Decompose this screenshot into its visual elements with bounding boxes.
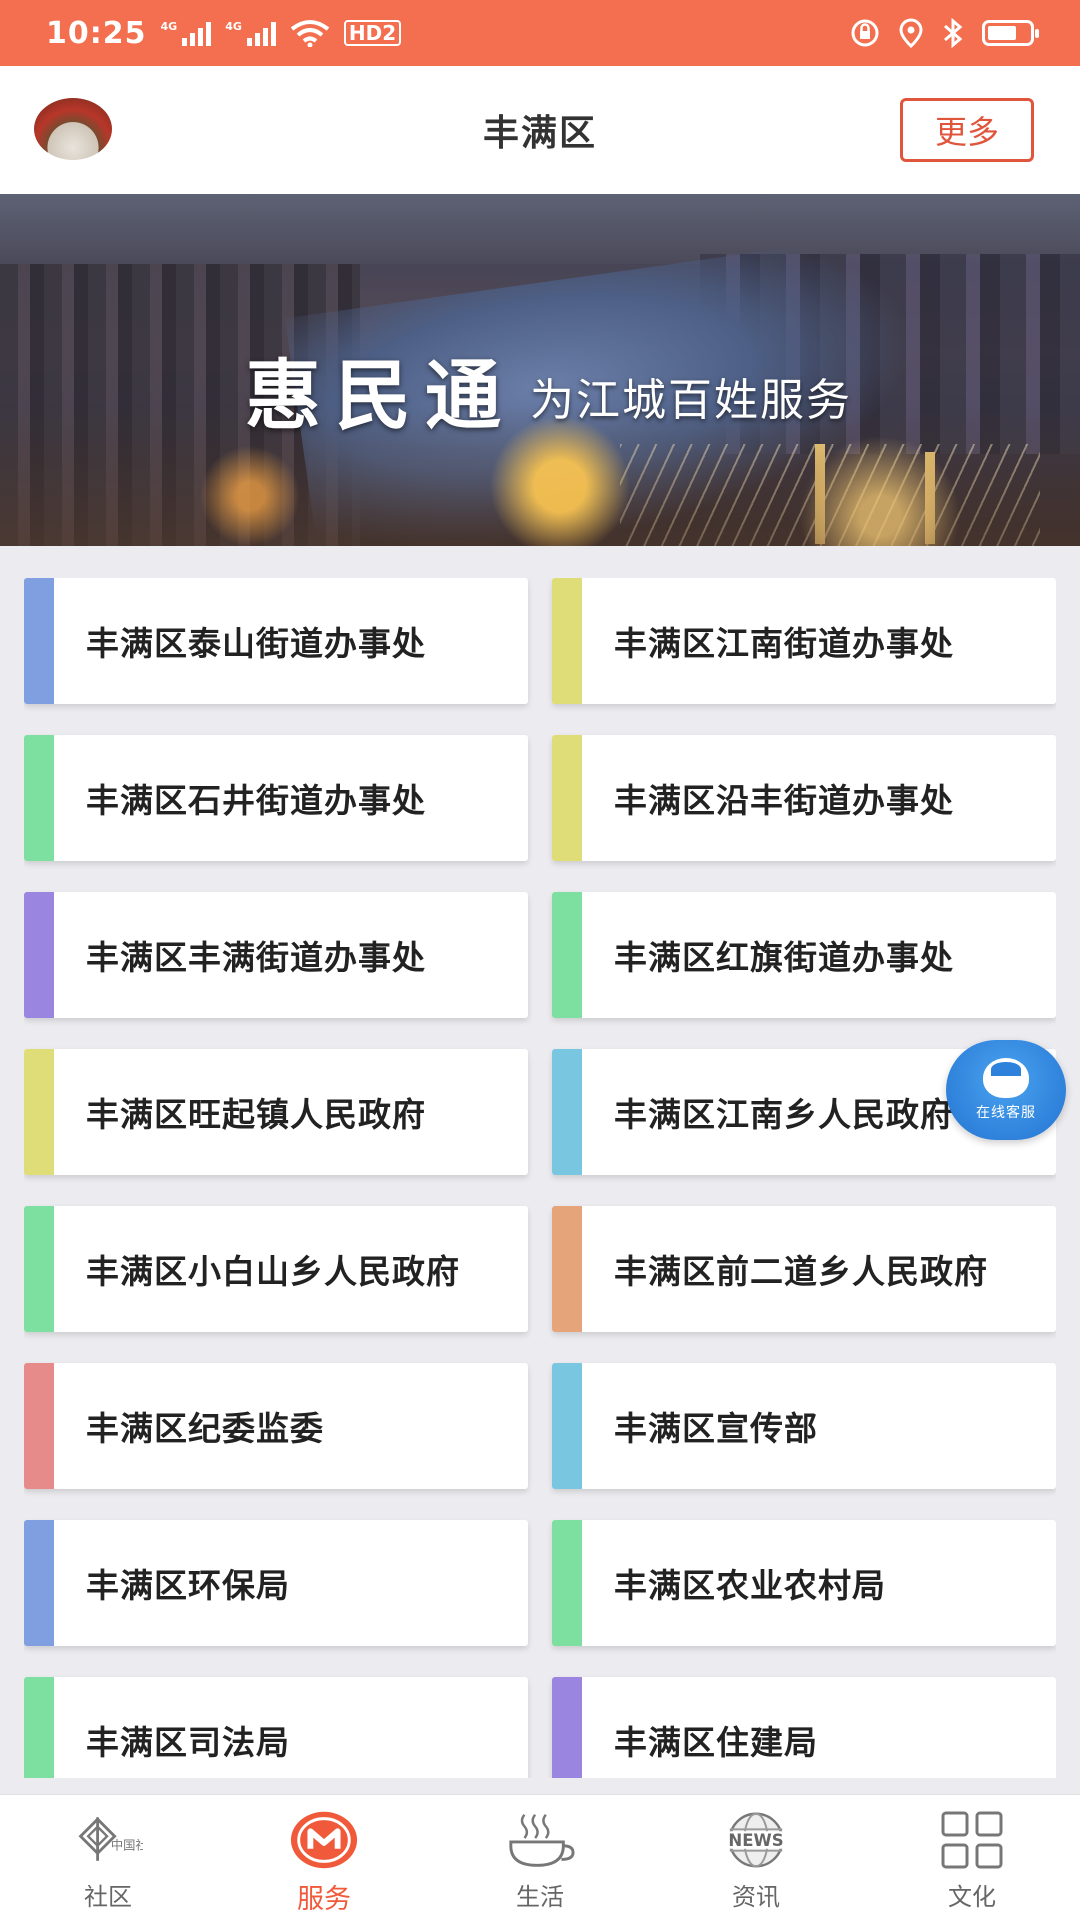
grid-icon — [937, 1809, 1007, 1871]
department-label: 丰满区农业农村局 — [614, 1566, 886, 1605]
online-service-button[interactable]: 在线客服 — [946, 1040, 1066, 1140]
status-bar: 10:25 4G 4G HD2 — [0, 0, 1080, 66]
department-card[interactable]: 丰满区石井街道办事处 — [24, 735, 528, 861]
signal-icon-2: 4G — [225, 20, 276, 46]
nav-label-service: 服务 — [297, 1884, 351, 1915]
department-grid: 丰满区泰山街道办事处 丰满区江南街道办事处丰满区石井街道办事处 丰满区沿丰街道办事处… — [24, 578, 1056, 1778]
department-label: 丰满区红旗街道办事处 — [614, 938, 954, 977]
card-accent-bar — [552, 1677, 582, 1778]
signal-icon-1: 4G — [161, 20, 212, 46]
nav-label-news: 资讯 — [732, 1883, 780, 1911]
banner-subtitle: 为江城百姓服务 — [530, 375, 852, 426]
card-accent-bar — [552, 892, 582, 1018]
hd-badge: HD2 — [343, 20, 402, 46]
department-label: 丰满区沿丰街道办事处 — [614, 781, 954, 820]
battery-icon — [982, 20, 1039, 46]
status-right — [850, 18, 1039, 48]
department-card[interactable]: 丰满区宣传部 — [552, 1363, 1056, 1489]
department-card[interactable]: 丰满区泰山街道办事处 — [24, 578, 528, 704]
lock-rotation-icon — [851, 19, 879, 47]
status-time: 10:25 — [46, 15, 147, 51]
nav-item-culture[interactable]: 文化 — [864, 1795, 1080, 1920]
card-accent-bar — [24, 735, 54, 861]
more-button[interactable]: 更多 — [900, 98, 1034, 162]
card-accent-bar — [24, 1049, 54, 1175]
department-label: 丰满区江南乡人民政府 — [614, 1095, 954, 1134]
department-label: 丰满区石井街道办事处 — [86, 781, 426, 820]
coffee-cup-icon — [505, 1809, 575, 1871]
department-card[interactable]: 丰满区红旗街道办事处 — [552, 892, 1056, 1018]
card-accent-bar — [24, 1206, 54, 1332]
nav-item-community[interactable]: 中国社区 社区 — [0, 1795, 216, 1920]
department-label: 丰满区宣传部 — [614, 1409, 818, 1448]
department-card[interactable]: 丰满区住建局 — [552, 1677, 1056, 1778]
department-label: 丰满区环保局 — [86, 1566, 290, 1605]
status-left: 10:25 4G 4G HD2 — [46, 15, 402, 51]
nav-label-community: 社区 — [84, 1883, 132, 1911]
bottom-nav: 中国社区 社区 服务 生活 — [0, 1794, 1080, 1920]
page-title: 丰满区 — [482, 113, 597, 154]
svg-text:中国社区: 中国社区 — [111, 1837, 143, 1852]
nav-label-culture: 文化 — [948, 1883, 996, 1911]
department-card[interactable]: 丰满区旺起镇人民政府 — [24, 1049, 528, 1175]
news-globe-icon: NEWS — [721, 1809, 791, 1871]
banner-title: 惠民通 — [245, 351, 515, 440]
nav-item-service[interactable]: 服务 — [216, 1795, 432, 1920]
department-card[interactable]: 丰满区前二道乡人民政府 — [552, 1206, 1056, 1332]
community-logo-icon: 中国社区 — [73, 1809, 143, 1871]
department-card[interactable]: 丰满区司法局 — [24, 1677, 528, 1778]
department-label: 丰满区纪委监委 — [86, 1409, 324, 1448]
card-accent-bar — [24, 1363, 54, 1489]
bluetooth-icon — [944, 18, 963, 48]
card-accent-bar — [24, 1520, 54, 1646]
department-label: 丰满区丰满街道办事处 — [86, 938, 426, 977]
department-card[interactable]: 丰满区纪委监委 — [24, 1363, 528, 1489]
department-card[interactable]: 丰满区小白山乡人民政府 — [24, 1206, 528, 1332]
location-icon — [899, 18, 923, 48]
card-accent-bar — [24, 578, 54, 704]
department-card[interactable]: 丰满区环保局 — [24, 1520, 528, 1646]
department-label: 丰满区前二道乡人民政府 — [614, 1252, 988, 1291]
online-service-label: 在线客服 — [976, 1105, 1036, 1121]
card-accent-bar — [552, 1206, 582, 1332]
department-card[interactable]: 丰满区沿丰街道办事处 — [552, 735, 1056, 861]
department-card[interactable]: 丰满区丰满街道办事处 — [24, 892, 528, 1018]
department-label: 丰满区司法局 — [86, 1723, 290, 1762]
nav-item-news[interactable]: NEWS 资讯 — [648, 1795, 864, 1920]
network-type-1: 4G — [160, 20, 178, 33]
department-card[interactable]: 丰满区农业农村局 — [552, 1520, 1056, 1646]
card-accent-bar — [24, 1677, 54, 1778]
banner[interactable]: 惠民通 为江城百姓服务 — [0, 194, 1080, 546]
department-label: 丰满区泰山街道办事处 — [86, 624, 426, 663]
department-label: 丰满区旺起镇人民政府 — [86, 1095, 426, 1134]
app-header: 丰满区 更多 — [0, 66, 1080, 194]
department-label: 丰满区江南街道办事处 — [614, 624, 954, 663]
department-label: 丰满区小白山乡人民政府 — [86, 1252, 460, 1291]
network-type-2: 4G — [225, 20, 242, 33]
card-accent-bar — [24, 892, 54, 1018]
department-card[interactable]: 丰满区江南街道办事处 — [552, 578, 1056, 704]
wifi-icon — [290, 20, 330, 47]
svg-text:NEWS: NEWS — [728, 1831, 783, 1850]
battery-fill — [988, 26, 1016, 40]
card-accent-bar — [552, 1049, 582, 1175]
nav-item-life[interactable]: 生活 — [432, 1795, 648, 1920]
customer-service-icon — [983, 1058, 1029, 1098]
department-label: 丰满区住建局 — [614, 1723, 818, 1762]
card-accent-bar — [552, 1363, 582, 1489]
card-accent-bar — [552, 578, 582, 704]
service-icon — [289, 1809, 359, 1871]
card-accent-bar — [552, 1520, 582, 1646]
card-accent-bar — [552, 735, 582, 861]
nav-label-life: 生活 — [516, 1883, 564, 1911]
avatar[interactable] — [34, 98, 112, 160]
